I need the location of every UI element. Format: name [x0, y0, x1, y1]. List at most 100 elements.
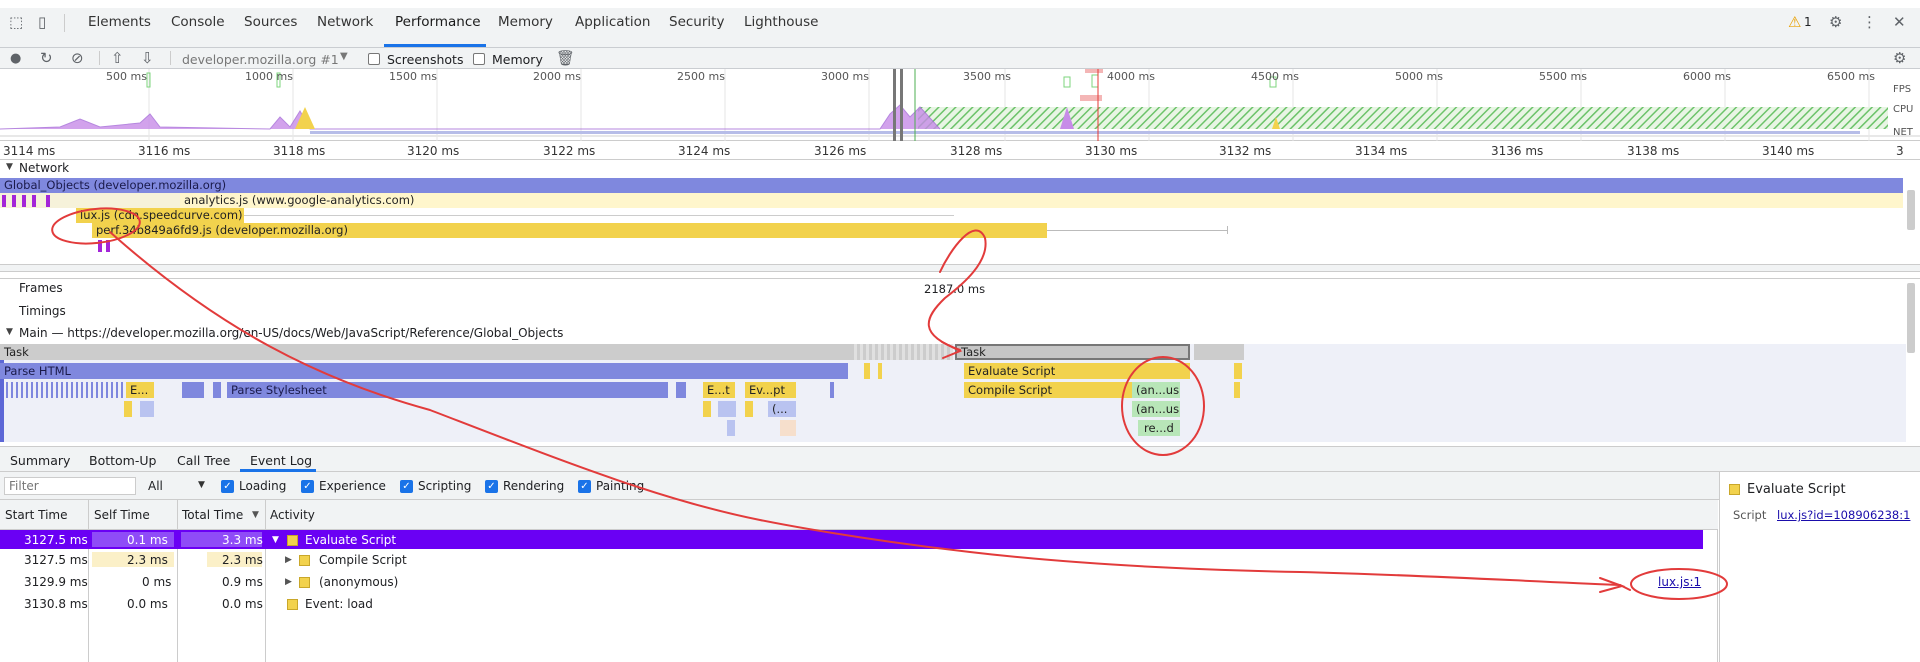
memory-label: Memory — [492, 52, 543, 67]
column-self-time[interactable]: Self Time — [94, 508, 150, 522]
timeline-overview[interactable]: 500 ms 1000 ms 1500 ms 2000 ms 2500 ms 3… — [0, 69, 1920, 141]
ruler-tick: 3134 ms — [1355, 144, 1408, 158]
network-scrollbar[interactable] — [1907, 190, 1915, 230]
flame-chart[interactable]: Task Task Parse HTML Evaluate Script E..… — [0, 344, 1906, 442]
more-options-icon[interactable]: ⋮ — [1862, 14, 1877, 30]
clear-icon[interactable]: ⊘ — [71, 50, 84, 66]
flame-e-short[interactable]: E... — [126, 382, 154, 398]
flame-parse-stylesheet[interactable]: Parse Stylesheet — [227, 382, 668, 398]
reload-record-icon[interactable]: ↻ — [40, 50, 53, 66]
net-lane-label: NET — [1893, 127, 1913, 138]
chevron-down-icon[interactable]: ▼ — [340, 51, 348, 62]
flame-ev-pt[interactable]: Ev...pt — [745, 382, 796, 398]
tab-console[interactable]: Console — [171, 14, 225, 30]
rendering-checkbox[interactable]: ✓ — [485, 480, 498, 493]
screenshots-label: Screenshots — [387, 52, 464, 67]
flame-task[interactable]: Task — [0, 344, 851, 360]
device-toolbar-icon[interactable]: ▯ — [38, 14, 46, 30]
flame-anonymous-1[interactable]: (an...us) — [1132, 382, 1180, 398]
tab-summary[interactable]: Summary — [10, 453, 70, 468]
record-icon[interactable]: ● — [10, 51, 21, 67]
tab-elements[interactable]: Elements — [88, 14, 151, 30]
warning-count[interactable]: 1 — [1804, 15, 1812, 29]
save-profile-icon[interactable]: ⇩ — [141, 50, 154, 66]
capture-settings-gear-icon[interactable]: ⚙ — [1893, 50, 1906, 66]
details-pane: Evaluate Script Script lux.js?id=1089062… — [1719, 472, 1920, 662]
experience-checkbox[interactable]: ✓ — [301, 480, 314, 493]
chevron-down-icon[interactable]: ▼ — [198, 480, 205, 490]
ruler-tick: 3140 ms — [1762, 144, 1815, 158]
row-self-time: 0.0 ms — [127, 597, 168, 611]
overview-tick: 1000 ms — [245, 70, 293, 83]
timings-track[interactable]: Timings — [0, 302, 1920, 321]
source-link[interactable]: lux.js:1 — [1658, 575, 1701, 589]
overview-tick: 4500 ms — [1251, 70, 1299, 83]
network-request-perf[interactable]: perf.34b849a6fd9.js (developer.mozilla.o… — [92, 223, 1047, 238]
tab-call-tree[interactable]: Call Tree — [177, 453, 230, 468]
close-icon[interactable]: ✕ — [1893, 14, 1906, 30]
ruler-tick: 3136 ms — [1491, 144, 1544, 158]
settings-gear-icon[interactable]: ⚙ — [1829, 14, 1842, 30]
flame-e-t[interactable]: E...t — [703, 382, 735, 398]
devtools-window: ⬚ ▯ Elements Console Sources Network Per… — [0, 0, 1920, 662]
flame-paren[interactable]: (... — [768, 401, 796, 417]
active-tab-indicator — [384, 44, 486, 47]
scripting-checkbox[interactable]: ✓ — [400, 480, 413, 493]
flame-scrollbar[interactable] — [1907, 283, 1915, 353]
column-start-time[interactable]: Start Time — [5, 508, 68, 522]
main-track[interactable]: ▼ Main — https://developer.mozilla.org/e… — [0, 324, 1920, 343]
tab-lighthouse[interactable]: Lighthouse — [744, 14, 818, 30]
load-profile-icon[interactable]: ⇧ — [111, 50, 124, 66]
details-tab-bar: Summary Bottom-Up Call Tree Event Log — [0, 446, 1920, 472]
column-total-time[interactable]: Total Time — [182, 508, 243, 522]
expand-triangle-icon[interactable]: ▼ — [272, 535, 279, 545]
row-self-time: 2.3 ms — [127, 553, 168, 567]
tab-event-log[interactable]: Event Log — [250, 453, 312, 468]
row-activity: Evaluate Script — [305, 533, 397, 547]
duration-select[interactable]: All — [148, 479, 163, 493]
loading-checkbox[interactable]: ✓ — [221, 480, 234, 493]
trash-icon[interactable]: 🗑 — [556, 50, 575, 66]
ruler-tick: 3138 ms — [1627, 144, 1680, 158]
network-track-label[interactable]: Network — [19, 161, 69, 175]
screenshots-checkbox[interactable] — [368, 53, 380, 65]
expand-triangle-icon[interactable]: ▶ — [285, 555, 292, 565]
inspect-element-icon[interactable]: ⬚ — [9, 14, 23, 30]
tab-bottom-up[interactable]: Bottom-Up — [89, 453, 156, 468]
network-request-document[interactable]: Global_Objects (developer.mozilla.org) — [0, 178, 1903, 193]
network-request-analytics[interactable]: analytics.js (www.google-analytics.com) — [180, 193, 1903, 208]
details-script-link[interactable]: lux.js?id=108906238:1 — [1777, 508, 1910, 522]
memory-checkbox[interactable] — [473, 53, 485, 65]
expand-triangle-icon[interactable]: ▼ — [6, 162, 13, 172]
tab-security[interactable]: Security — [669, 14, 724, 30]
flame-parse-html[interactable]: Parse HTML — [0, 363, 848, 379]
overview-tick: 2000 ms — [533, 70, 581, 83]
tab-memory[interactable]: Memory — [498, 14, 553, 30]
flame-compile-script[interactable]: Compile Script — [964, 382, 1132, 398]
expand-triangle-icon[interactable]: ▼ — [6, 327, 13, 337]
tab-application[interactable]: Application — [575, 14, 650, 30]
flame-re-d[interactable]: re...d — [1138, 420, 1180, 436]
flame-task-selected[interactable]: Task — [955, 344, 1190, 360]
ruler-tick: 3 — [1896, 144, 1904, 158]
filter-input[interactable] — [4, 477, 136, 495]
rendering-label: Rendering — [503, 479, 565, 493]
details-script-label: Script — [1733, 508, 1767, 522]
painting-checkbox[interactable]: ✓ — [578, 480, 591, 493]
tab-performance[interactable]: Performance — [395, 14, 481, 30]
flame-evaluate-script[interactable]: Evaluate Script — [964, 363, 1190, 379]
overview-tick: 3000 ms — [821, 70, 869, 83]
row-activity: Event: load — [305, 597, 373, 611]
flame-anonymous-2[interactable]: (an...us) — [1132, 401, 1180, 417]
column-activity[interactable]: Activity — [270, 508, 315, 522]
resize-splitter[interactable] — [0, 264, 1920, 272]
tab-sources[interactable]: Sources — [244, 14, 297, 30]
frames-track[interactable]: Frames 2187.0 ms — [0, 278, 1920, 297]
overview-tick: 2500 ms — [677, 70, 725, 83]
network-request-lux[interactable]: lux.js (cdn.speedcurve.com) — [76, 208, 244, 223]
profile-select[interactable]: developer.mozilla.org #1 — [182, 52, 339, 67]
tab-network[interactable]: Network — [317, 14, 373, 30]
expand-triangle-icon[interactable]: ▶ — [285, 577, 292, 587]
warning-icon[interactable]: ⚠ — [1788, 14, 1801, 30]
network-track[interactable]: ▼ Network Global_Objects (developer.mozi… — [0, 160, 1920, 272]
